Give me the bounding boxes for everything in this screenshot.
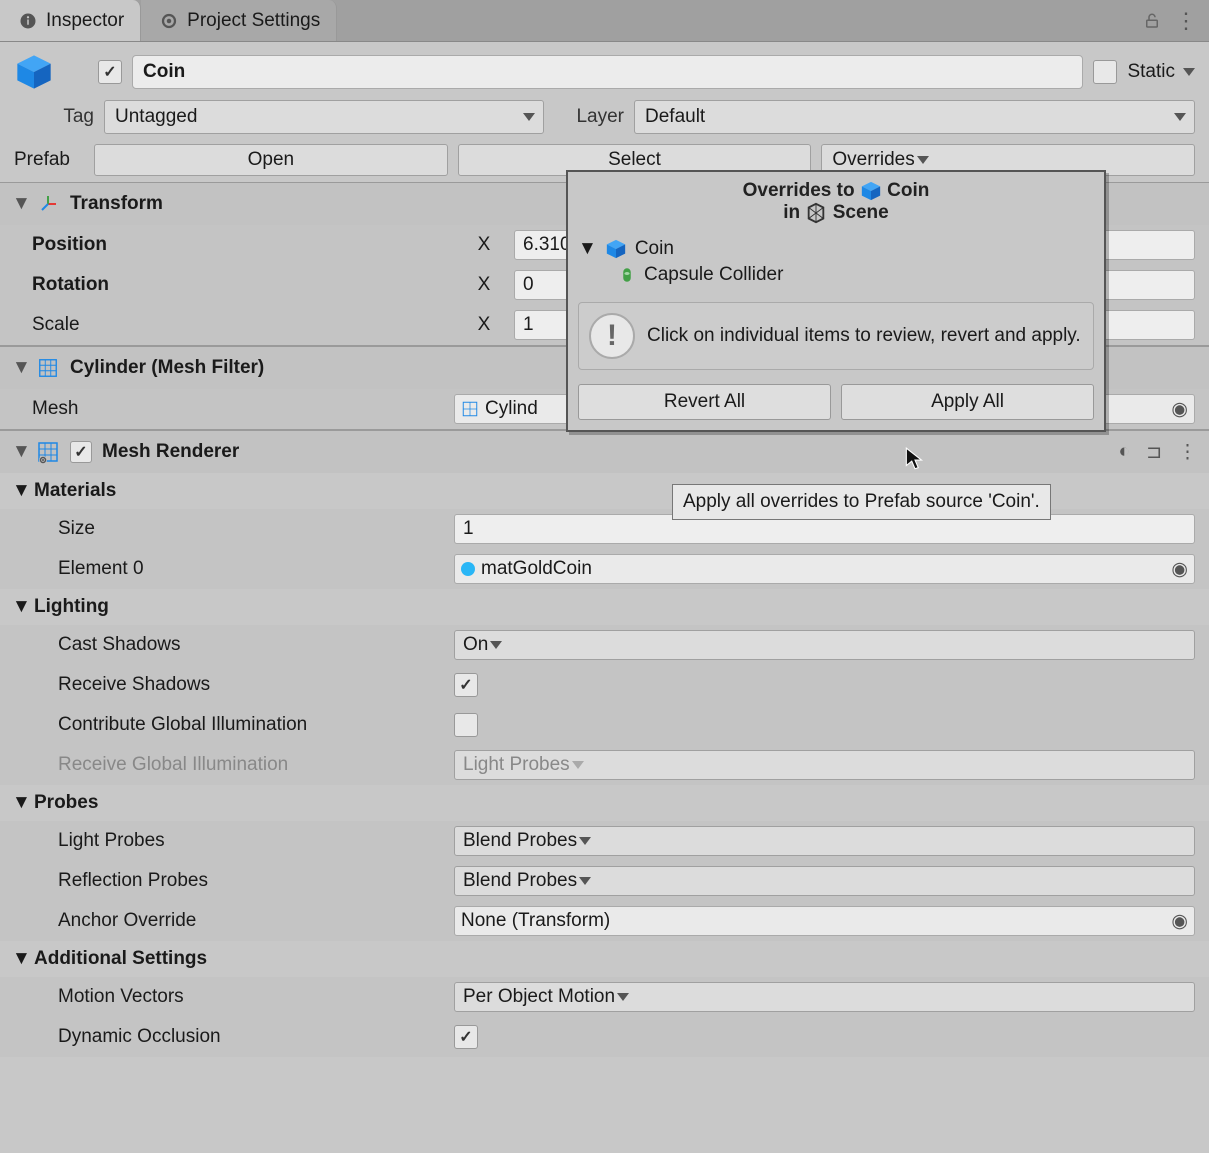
meshrenderer-component: ▼ Mesh Renderer ◐ ⊐ ⋮ ▼Materials Size1 E…: [0, 430, 1209, 1057]
info-icon: !: [589, 313, 635, 359]
active-checkbox[interactable]: [98, 60, 122, 84]
material-icon: [461, 562, 475, 576]
apply-all-button[interactable]: Apply All: [841, 384, 1094, 420]
lighting-foldout[interactable]: ▼Lighting: [0, 589, 1209, 625]
layer-label: Layer: [554, 106, 624, 128]
foldout-icon: ▼: [12, 441, 26, 463]
popup-header: Overrides to Coin in Scene: [568, 172, 1104, 232]
motion-vectors-dropdown[interactable]: Per Object Motion: [454, 982, 1195, 1012]
help-icon[interactable]: ◐: [1119, 441, 1130, 463]
size-label: Size: [14, 518, 454, 540]
enabled-checkbox[interactable]: [70, 441, 92, 463]
foldout-icon: ▼: [12, 193, 26, 215]
dynamic-occlusion-checkbox[interactable]: [454, 1025, 478, 1049]
menu-icon[interactable]: ⋮: [1178, 441, 1197, 464]
cast-shadows-dropdown[interactable]: On: [454, 630, 1195, 660]
prefab-cube-icon: [860, 180, 882, 202]
prefab-label: Prefab: [14, 149, 84, 171]
light-probes-dropdown[interactable]: Blend Probes: [454, 826, 1195, 856]
target-icon[interactable]: ◉: [1171, 558, 1188, 581]
tab-inspector[interactable]: Inspector: [0, 0, 141, 41]
additional-foldout[interactable]: ▼Additional Settings: [0, 941, 1209, 977]
preset-icon[interactable]: ⊐: [1140, 441, 1168, 464]
rotation-label: Rotation: [14, 274, 454, 296]
gear-icon: [157, 9, 181, 33]
foldout-icon: ▼: [12, 357, 26, 379]
target-icon[interactable]: ◉: [1171, 398, 1188, 421]
capsule-icon: [618, 264, 636, 286]
receive-shadows-checkbox[interactable]: [454, 673, 478, 697]
foldout-icon: ▼: [578, 238, 597, 260]
tag-label: Tag: [14, 106, 94, 128]
reflection-probes-dropdown[interactable]: Blend Probes: [454, 866, 1195, 896]
contribute-gi-checkbox[interactable]: [454, 713, 478, 737]
target-icon[interactable]: ◉: [1171, 910, 1188, 933]
mesh-label: Mesh: [14, 398, 454, 420]
element0-field[interactable]: matGoldCoin ◉: [454, 554, 1195, 584]
gameobject-header: Coin Static: [0, 42, 1209, 96]
tab-label: Inspector: [46, 10, 124, 32]
tree-child[interactable]: Capsule Collider: [578, 262, 1094, 288]
tag-dropdown[interactable]: Untagged: [104, 100, 544, 134]
unity-icon: [805, 202, 827, 224]
transform-icon: [36, 192, 60, 216]
tab-bar: Inspector Project Settings ⋮: [0, 0, 1209, 42]
tooltip: Apply all overrides to Prefab source 'Co…: [672, 484, 1051, 520]
tab-label: Project Settings: [187, 10, 320, 32]
receive-gi-dropdown: Light Probes: [454, 750, 1195, 780]
menu-icon[interactable]: ⋮: [1175, 8, 1197, 34]
static-label[interactable]: Static: [1127, 61, 1195, 83]
anchor-override-field[interactable]: None (Transform)◉: [454, 906, 1195, 936]
cursor-icon: [904, 446, 926, 472]
revert-all-button[interactable]: Revert All: [578, 384, 831, 420]
probes-foldout[interactable]: ▼Probes: [0, 785, 1209, 821]
gameobject-name-input[interactable]: Coin: [132, 55, 1083, 89]
popup-hint: ! Click on individual items to review, r…: [578, 302, 1094, 370]
element0-label: Element 0: [14, 558, 454, 580]
mesh-icon: [36, 356, 60, 380]
prefab-open-button[interactable]: Open: [94, 144, 448, 176]
static-checkbox[interactable]: [1093, 60, 1117, 84]
layer-dropdown[interactable]: Default: [634, 100, 1195, 134]
tag-layer-row: Tag Untagged Layer Default: [0, 96, 1209, 138]
popup-tree: ▼ Coin Capsule Collider: [568, 232, 1104, 296]
component-title: Transform: [70, 193, 163, 215]
meshrenderer-header[interactable]: ▼ Mesh Renderer ◐ ⊐ ⋮: [0, 431, 1209, 473]
prefab-cube-icon: [14, 52, 54, 92]
tree-root[interactable]: ▼ Coin: [578, 236, 1094, 262]
renderer-icon: [36, 440, 60, 464]
overrides-popup: Overrides to Coin in Scene ▼ Coin Capsul…: [566, 170, 1106, 432]
chevron-down-icon: [1183, 68, 1195, 76]
lock-icon[interactable]: [1143, 12, 1161, 30]
position-label: Position: [14, 234, 454, 256]
info-icon: [16, 9, 40, 33]
component-title: Cylinder (Mesh Filter): [70, 357, 264, 379]
component-title: Mesh Renderer: [102, 441, 239, 463]
tab-project-settings[interactable]: Project Settings: [141, 0, 337, 41]
scale-label: Scale: [14, 314, 454, 336]
prefab-cube-icon: [605, 238, 627, 260]
